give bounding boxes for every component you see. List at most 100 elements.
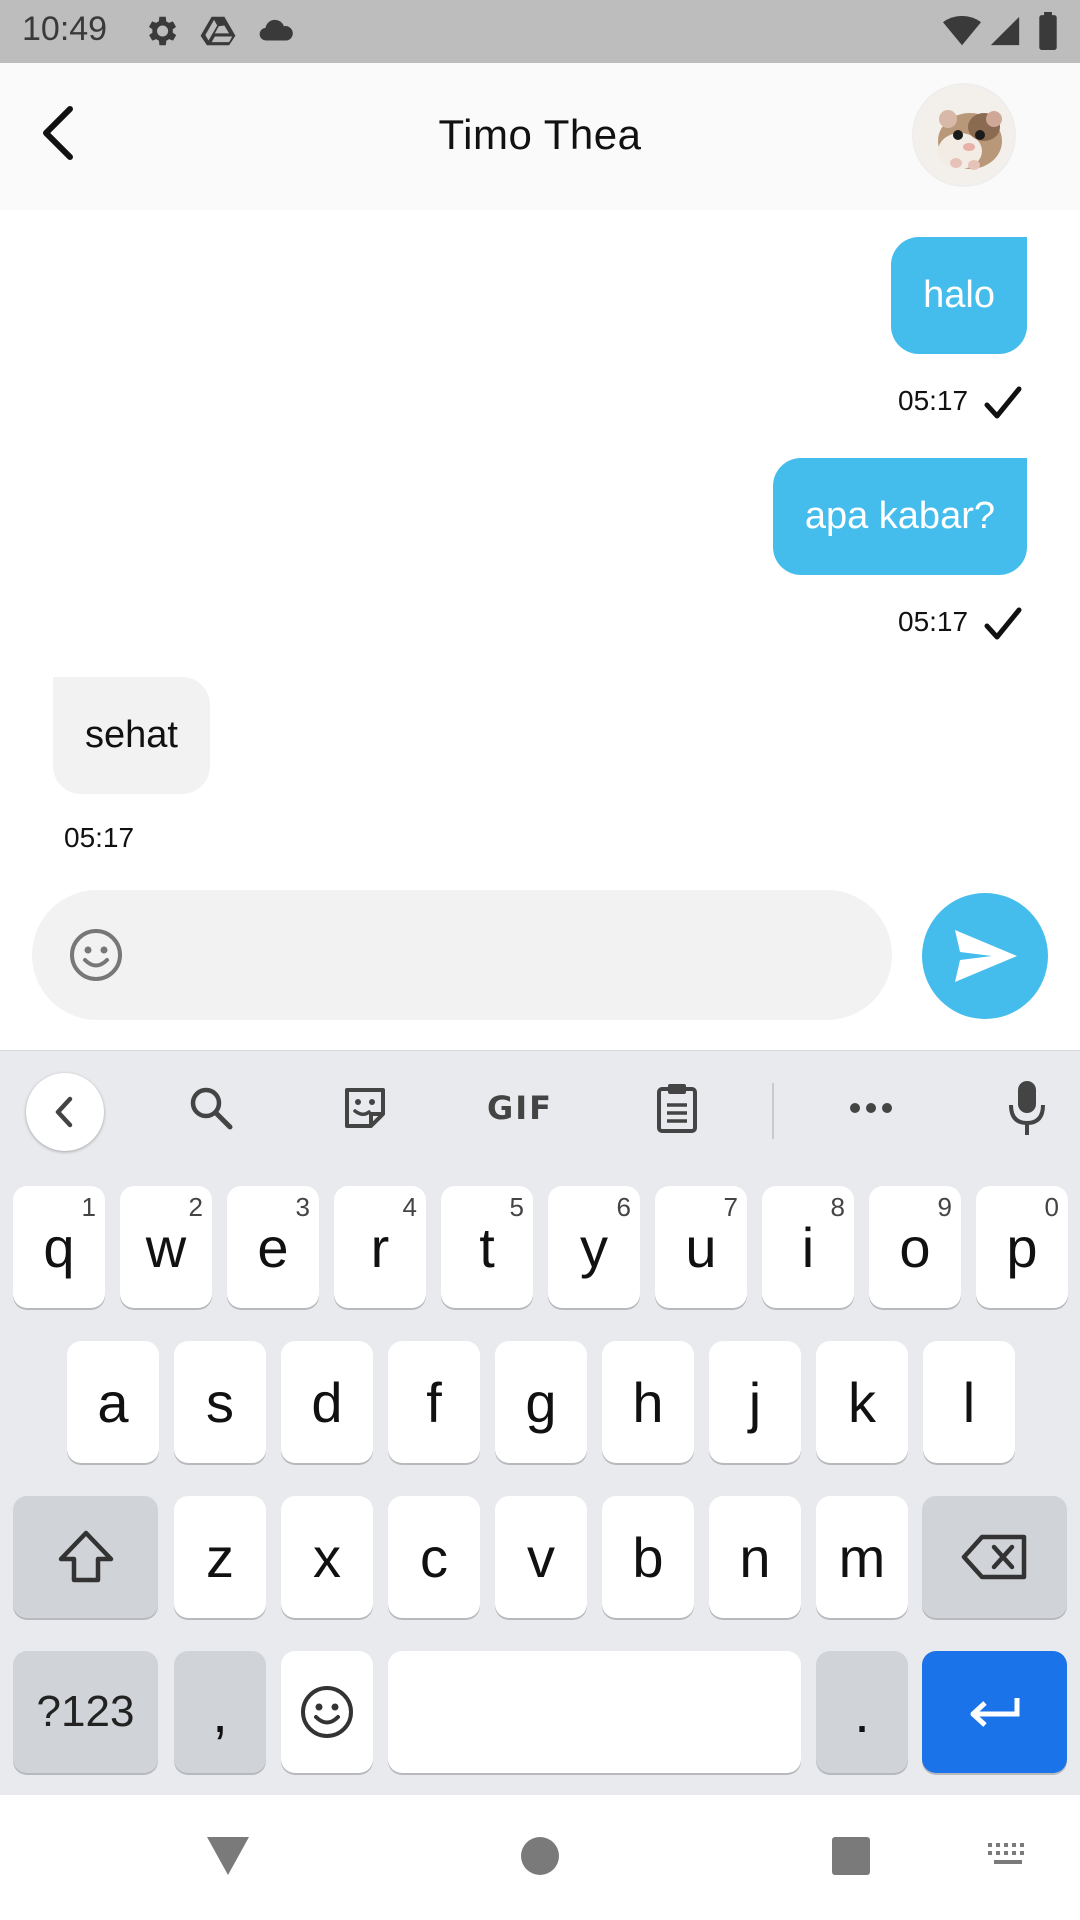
emoji-button[interactable] [68, 927, 124, 983]
key-i[interactable]: i8 [762, 1186, 854, 1308]
key-g[interactable]: g [495, 1341, 587, 1463]
key-label: y [580, 1215, 608, 1279]
send-button[interactable] [922, 893, 1048, 1019]
drive-icon [200, 16, 236, 46]
key-hint: 5 [509, 1192, 524, 1222]
cloud-icon [259, 19, 293, 41]
keyboard-switch-icon[interactable] [986, 1841, 1030, 1869]
keyboard-more-button[interactable] [836, 1073, 906, 1143]
chevron-left-icon [55, 1096, 73, 1128]
enter-key[interactable] [922, 1651, 1067, 1773]
key-n[interactable]: n [709, 1496, 801, 1618]
key-hint: 4 [402, 1192, 417, 1222]
checkmark-icon [984, 607, 1022, 640]
search-icon [190, 1087, 233, 1130]
key-label: o [899, 1215, 931, 1279]
key-x[interactable]: x [281, 1496, 373, 1618]
backspace-icon [961, 1534, 1026, 1580]
key-p[interactable]: p0 [976, 1186, 1068, 1308]
status-time: 10:49 [22, 10, 108, 48]
space-key[interactable] [388, 1651, 801, 1773]
message-time: 05:17 [64, 822, 135, 853]
comma-key[interactable]: , [174, 1651, 266, 1773]
backspace-key[interactable] [922, 1496, 1067, 1618]
message-bubble-outgoing[interactable]: apa kabar? [772, 458, 1027, 575]
keyboard-gif-button[interactable]: GIF [478, 1073, 562, 1143]
key-q[interactable]: q1 [13, 1186, 105, 1308]
key-y[interactable]: y6 [548, 1186, 640, 1308]
key-label: t [479, 1215, 495, 1279]
key-hint: 7 [723, 1192, 738, 1222]
key-h[interactable]: h [602, 1341, 694, 1463]
key-u[interactable]: u7 [655, 1186, 747, 1308]
keyboard-clipboard-button[interactable] [642, 1073, 712, 1143]
key-l[interactable]: l [923, 1341, 1015, 1463]
key-hint: 0 [1044, 1192, 1059, 1222]
key-d[interactable]: d [281, 1341, 373, 1463]
key-hint: 1 [81, 1192, 96, 1222]
message-time: 05:17 [898, 606, 969, 637]
key-hint: 9 [937, 1192, 952, 1222]
key-b[interactable]: b [602, 1496, 694, 1618]
nav-home-circle-icon[interactable] [519, 1835, 561, 1877]
status-bar: 10:49 [0, 0, 1080, 63]
shift-icon [58, 1530, 113, 1583]
key-a[interactable]: a [67, 1341, 159, 1463]
message-text: sehat [85, 714, 178, 756]
key-label: q [43, 1215, 75, 1279]
wifi-icon [943, 15, 981, 46]
key-c[interactable]: c [388, 1496, 480, 1618]
key-hint: 8 [830, 1192, 845, 1222]
key-o[interactable]: o9 [869, 1186, 961, 1308]
keyboard-search-button[interactable] [176, 1073, 246, 1143]
key-m[interactable]: m [816, 1496, 908, 1618]
hamster-avatar-icon [914, 85, 1014, 185]
key-j[interactable]: j [709, 1341, 801, 1463]
clipboard-icon [657, 1084, 697, 1133]
key-label: p [1006, 1215, 1038, 1279]
message-bubble-outgoing[interactable]: halo [891, 237, 1027, 354]
key-w[interactable]: w2 [120, 1186, 212, 1308]
key-e[interactable]: e3 [227, 1186, 319, 1308]
symbols-key[interactable]: ?123 [13, 1651, 158, 1773]
message-time: 05:17 [898, 385, 969, 416]
battery-icon [1039, 12, 1057, 50]
shift-key[interactable] [13, 1496, 158, 1618]
key-hint: 3 [295, 1192, 310, 1222]
checkmark-icon [984, 386, 1022, 419]
period-key[interactable]: . [816, 1651, 908, 1773]
keyboard-voice-button[interactable] [992, 1073, 1062, 1143]
key-hint: 2 [188, 1192, 203, 1222]
key-label: u [685, 1215, 717, 1279]
key-label: i [801, 1215, 815, 1279]
message-composer [32, 890, 892, 1020]
gear-icon [148, 16, 177, 46]
emoji-key[interactable] [281, 1651, 373, 1773]
message-text: apa kabar? [804, 495, 995, 537]
key-label: r [370, 1215, 390, 1279]
key-t[interactable]: t5 [441, 1186, 533, 1308]
key-r[interactable]: r4 [334, 1186, 426, 1308]
chat-header: Timo Thea [0, 63, 1080, 210]
smiley-icon [301, 1686, 353, 1738]
message-input[interactable] [152, 920, 852, 990]
keyboard-collapse-button[interactable] [26, 1073, 104, 1151]
message-bubble-incoming[interactable]: sehat [53, 677, 210, 794]
send-icon [955, 930, 1017, 982]
more-dots-icon [850, 1103, 892, 1113]
on-screen-keyboard: GIF q1 w2 e3 r4 t5 y6 u7 i8 o9 p0 a s d … [0, 1050, 1080, 1795]
keyboard-sticker-button[interactable] [330, 1073, 400, 1143]
key-k[interactable]: k [816, 1341, 908, 1463]
microphone-icon [1009, 1081, 1045, 1135]
toolbar-divider [772, 1083, 774, 1139]
key-z[interactable]: z [174, 1496, 266, 1618]
avatar[interactable] [912, 83, 1016, 187]
smiley-icon [70, 929, 122, 981]
key-s[interactable]: s [174, 1341, 266, 1463]
nav-back-triangle-icon[interactable] [205, 1835, 251, 1877]
nav-recents-square-icon[interactable] [830, 1835, 872, 1877]
key-v[interactable]: v [495, 1496, 587, 1618]
key-f[interactable]: f [388, 1341, 480, 1463]
signal-icon [990, 16, 1020, 46]
key-hint: 6 [616, 1192, 631, 1222]
